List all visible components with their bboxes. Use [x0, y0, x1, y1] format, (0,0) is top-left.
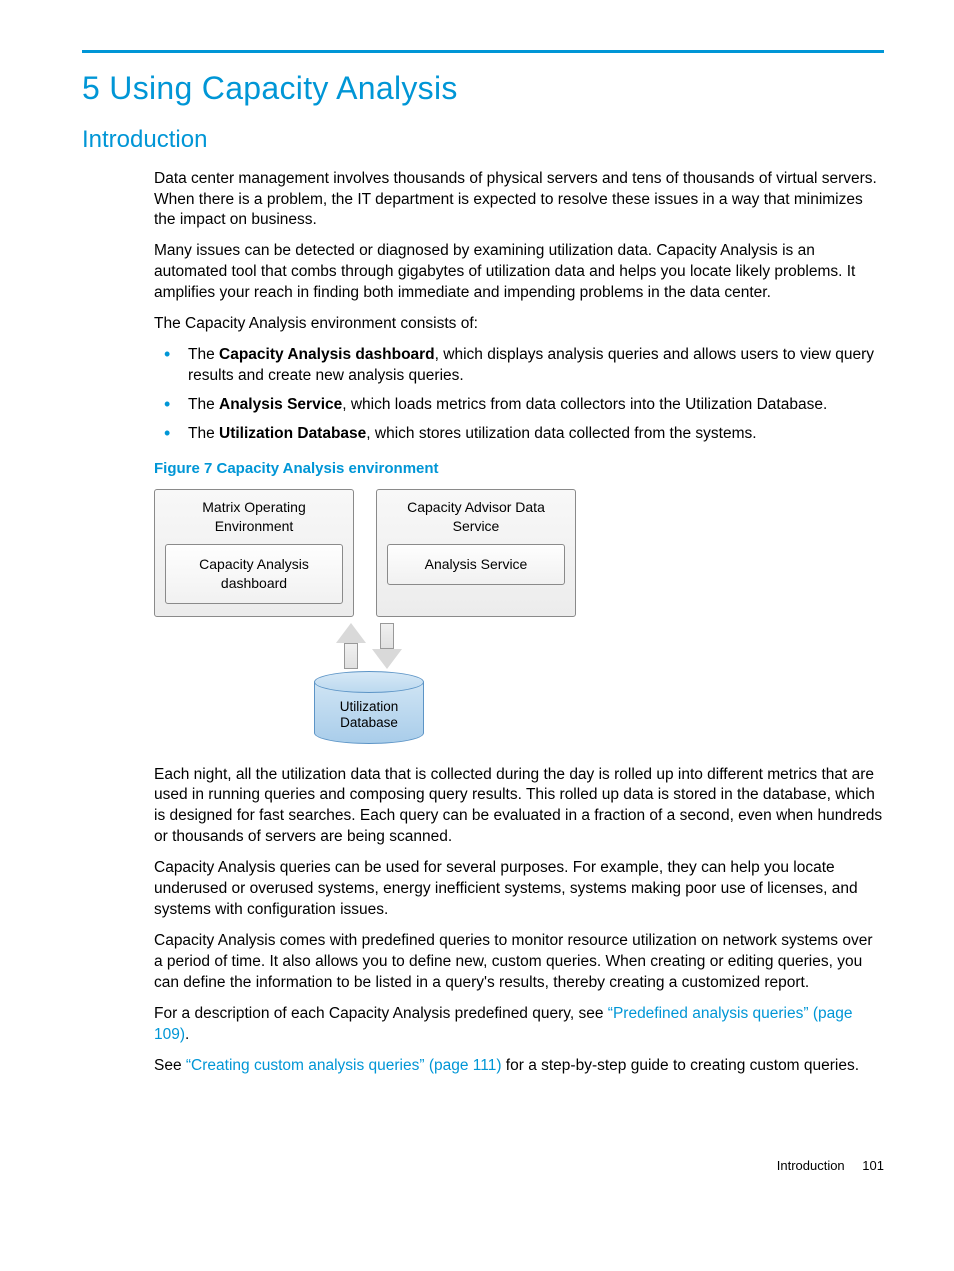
box-capacity-analysis-dashboard: Capacity Analysis dashboard: [165, 544, 343, 604]
db-label-1: Utilization: [340, 699, 399, 714]
box-label: Matrix Operating Environment: [165, 498, 343, 536]
footer-page-number: 101: [862, 1158, 884, 1173]
body-content: Data center management involves thousand…: [154, 169, 884, 1077]
paragraph: See “Creating custom analysis queries” (…: [154, 1056, 884, 1077]
arrow-up-icon: [336, 623, 366, 669]
text: For a description of each Capacity Analy…: [154, 1005, 608, 1022]
figure-7: Figure 7 Capacity Analysis environment M…: [154, 459, 884, 745]
text: .: [185, 1026, 189, 1043]
list-item: The Utilization Database, which stores u…: [154, 424, 884, 445]
figure-caption: Figure 7 Capacity Analysis environment: [154, 459, 884, 479]
text: , which stores utilization data collecte…: [366, 425, 756, 442]
diagram: Matrix Operating Environment Capacity An…: [154, 489, 584, 745]
box-label: Capacity Advisor Data Service: [387, 498, 565, 536]
diagram-arrows: [154, 623, 584, 669]
top-rule: [82, 50, 884, 53]
bold-term: Analysis Service: [219, 396, 342, 413]
environment-list: The Capacity Analysis dashboard, which d…: [154, 345, 884, 445]
paragraph: Many issues can be detected or diagnosed…: [154, 241, 884, 304]
paragraph: For a description of each Capacity Analy…: [154, 1004, 884, 1046]
text: The: [188, 425, 219, 442]
db-utilization-database: UtilizationDatabase: [314, 671, 424, 745]
list-item: The Capacity Analysis dashboard, which d…: [154, 345, 884, 387]
db-label-2: Database: [340, 715, 398, 730]
paragraph: The Capacity Analysis environment consis…: [154, 314, 884, 335]
bold-term: Utilization Database: [219, 425, 366, 442]
text: for a step-by-step guide to creating cus…: [502, 1057, 860, 1074]
arrow-down-icon: [372, 623, 402, 669]
text: , which loads metrics from data collecto…: [342, 396, 827, 413]
paragraph: Capacity Analysis queries can be used fo…: [154, 858, 884, 921]
link-creating-custom-analysis-queries[interactable]: “Creating custom analysis queries” (page…: [186, 1057, 502, 1074]
paragraph: Capacity Analysis comes with predefined …: [154, 931, 884, 994]
text: The: [188, 396, 219, 413]
box-analysis-service: Analysis Service: [387, 544, 565, 585]
database-icon: UtilizationDatabase: [314, 671, 424, 745]
footer-section-label: Introduction: [777, 1158, 845, 1173]
chapter-title: 5 Using Capacity Analysis: [82, 67, 884, 110]
section-title: Introduction: [82, 124, 884, 156]
diagram-top-row: Matrix Operating Environment Capacity An…: [154, 489, 584, 617]
text: See: [154, 1057, 186, 1074]
bold-term: Capacity Analysis dashboard: [219, 346, 435, 363]
box-matrix-operating-env: Matrix Operating Environment Capacity An…: [154, 489, 354, 617]
page-footer: Introduction 101: [82, 1157, 884, 1175]
paragraph: Each night, all the utilization data tha…: [154, 765, 884, 849]
text: The: [188, 346, 219, 363]
paragraph: Data center management involves thousand…: [154, 169, 884, 232]
list-item: The Analysis Service, which loads metric…: [154, 395, 884, 416]
box-capacity-advisor-data-service: Capacity Advisor Data Service Analysis S…: [376, 489, 576, 617]
